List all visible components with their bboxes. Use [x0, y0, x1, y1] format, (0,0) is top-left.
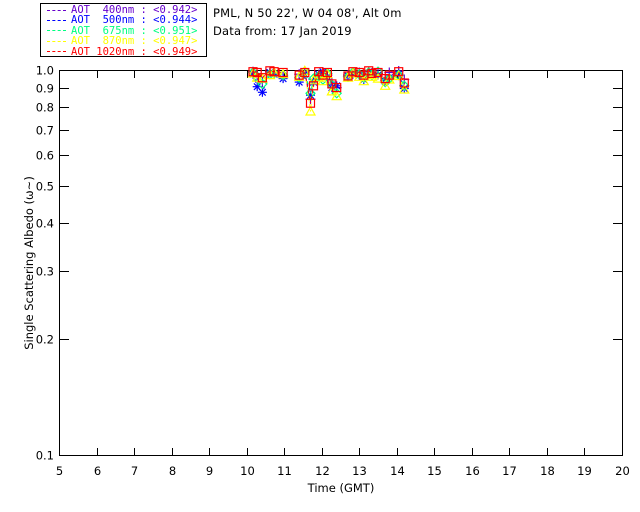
y-tick-label: 1.0	[36, 64, 54, 78]
y-tick-label: 0.6	[36, 149, 54, 163]
x-tick-label: 18	[540, 464, 555, 478]
x-axis-title: Time (GMT)	[307, 481, 375, 495]
y-tick-label: 0.8	[36, 101, 54, 115]
x-tick-label: 16	[465, 464, 480, 478]
x-tick-label: 10	[240, 464, 255, 478]
x-tick-label: 11	[277, 464, 292, 478]
x-tick-label: 15	[427, 464, 442, 478]
legend-dash-icon	[47, 30, 66, 32]
legend-dash-icon	[47, 20, 66, 22]
x-tick-label: 6	[94, 464, 101, 478]
x-tick-label: 13	[352, 464, 367, 478]
x-tick-label: 9	[206, 464, 213, 478]
y-tick-label: 0.4	[36, 217, 54, 231]
x-tick-label: 8	[169, 464, 176, 478]
x-tick-label: 12	[315, 464, 330, 478]
legend-box: AOT 400nm : <0.942> AOT 500nm : <0.944> AO…	[40, 3, 207, 57]
y-tick-label: 0.3	[36, 265, 54, 279]
data-date-text: Data from: 17 Jan 2019	[213, 24, 352, 38]
x-tick-label: 17	[502, 464, 517, 478]
legend-dash-icon	[47, 9, 66, 11]
x-tick-label: 14	[390, 464, 405, 478]
x-tick-label: 7	[131, 464, 138, 478]
site-location-text: PML, N 50 22', W 04 08', Alt 0m	[213, 6, 402, 20]
y-tick-label: 0.2	[36, 333, 54, 347]
y-tick-label: 0.5	[36, 180, 54, 194]
plot-header: PML, N 50 22', W 04 08', Alt 0m Data fro…	[213, 4, 402, 40]
y-tick-label: 0.7	[36, 124, 54, 138]
x-tick-label: 19	[577, 464, 592, 478]
x-axis-ticks	[59, 71, 623, 455]
legend-dash-icon	[47, 51, 66, 53]
legend-item: AOT 1020nm : <0.949>	[47, 45, 206, 58]
axes	[59, 70, 623, 456]
ssa-chart: 5 6 7 8 9 10 11 12 13 14 15 16 17 18 19 20 1.0 0.9 0.8 0.7 0…	[36, 64, 630, 479]
y-axis-title: Single Scattering Albedo (ω~)	[22, 176, 36, 350]
aeronet-ssa-plot-screen: 5 6 7 8 9 10 11 12 13 14 15 16 17 18 19 20 1.0 0.9 0.8 0.7 0…	[0, 0, 640, 512]
legend-item-label: AOT 1020nm : <0.949>	[71, 45, 198, 58]
x-axis-tick-labels: 5 6 7 8 9 10 11 12 13 14 15 16 17 18 19 20	[56, 464, 630, 478]
x-tick-label: 5	[56, 464, 63, 478]
y-tick-label: 0.1	[36, 449, 54, 463]
x-tick-label: 20	[615, 464, 630, 478]
y-axis-ticks	[60, 70, 622, 456]
y-tick-label: 0.9	[36, 82, 54, 96]
legend-dash-icon	[47, 40, 66, 42]
y-axis-tick-labels: 1.0 0.9 0.8 0.7 0.6 0.5 0.4 0.3 0.2 0.1	[36, 64, 54, 463]
legend-item: AOT 870nm : <0.947>	[47, 36, 206, 47]
